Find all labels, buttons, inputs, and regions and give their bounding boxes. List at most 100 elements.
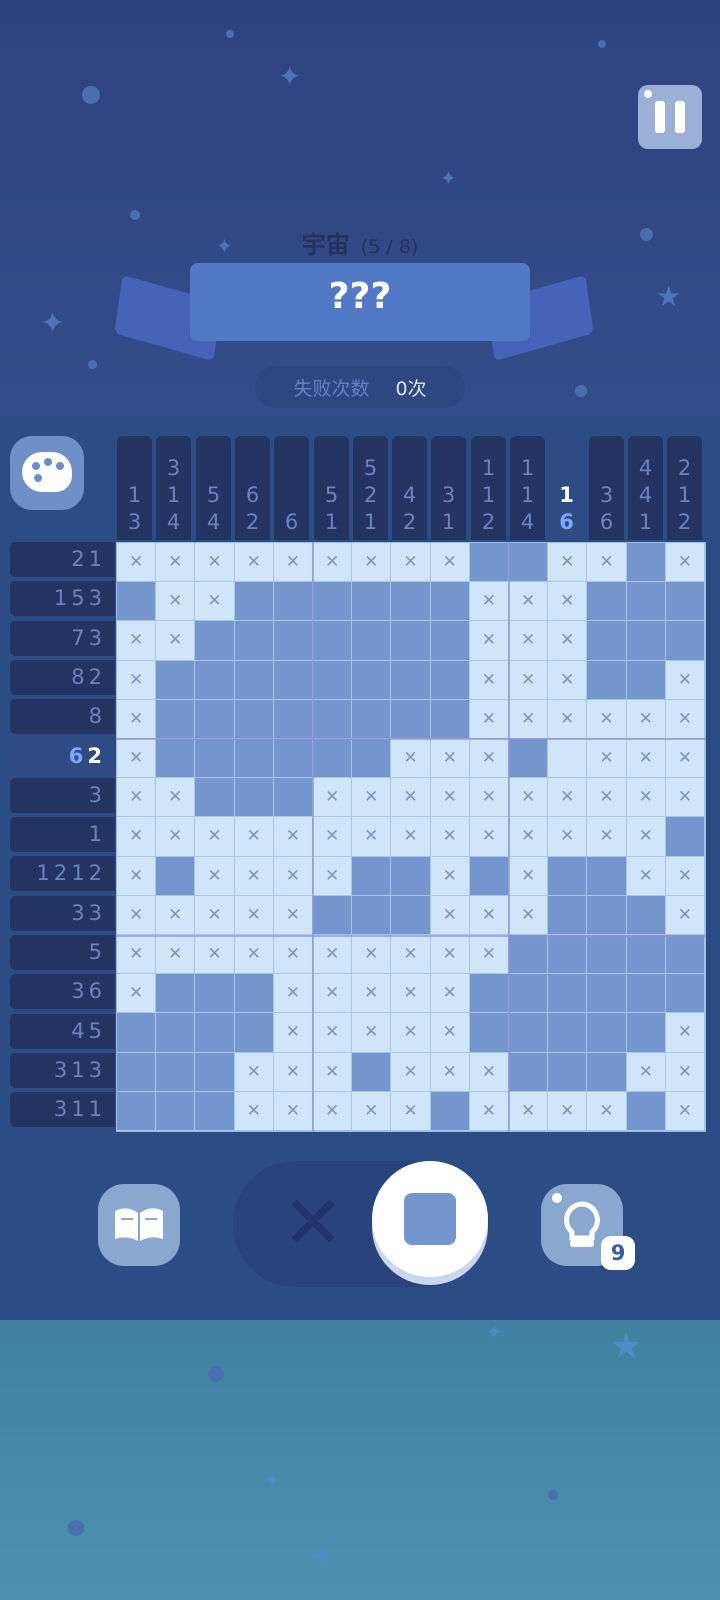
grid-cell-crossed[interactable]: ✕ xyxy=(313,974,353,1014)
grid-cell-filled[interactable] xyxy=(469,856,509,896)
grid-cell-crossed[interactable]: ✕ xyxy=(665,856,705,896)
grid-cell-filled[interactable] xyxy=(626,543,666,583)
grid-cell-crossed[interactable]: ✕ xyxy=(273,1052,313,1092)
grid-cell-filled[interactable] xyxy=(509,974,549,1014)
grid-cell-crossed[interactable]: ✕ xyxy=(156,895,196,935)
grid-cell-filled[interactable] xyxy=(195,778,235,818)
grid-cell-filled[interactable] xyxy=(313,895,353,935)
grid-cell-filled[interactable] xyxy=(195,621,235,661)
grid-cell-crossed[interactable]: ✕ xyxy=(117,856,157,896)
grid-cell-filled[interactable] xyxy=(352,856,392,896)
grid-cell-filled[interactable] xyxy=(665,935,705,975)
grid-cell-crossed[interactable]: ✕ xyxy=(430,543,470,583)
grid-cell-crossed[interactable]: ✕ xyxy=(313,856,353,896)
grid-cell-filled[interactable] xyxy=(234,699,274,739)
grid-cell-filled[interactable] xyxy=(117,1052,157,1092)
grid-cell-filled[interactable] xyxy=(509,935,549,975)
grid-cell-crossed[interactable]: ✕ xyxy=(391,1013,431,1053)
grid-cell-crossed[interactable]: ✕ xyxy=(665,699,705,739)
grid-cell-filled[interactable] xyxy=(587,935,627,975)
grid-cell-crossed[interactable]: ✕ xyxy=(156,935,196,975)
grid-cell-crossed[interactable]: ✕ xyxy=(391,739,431,779)
grid-cell-crossed[interactable]: ✕ xyxy=(665,543,705,583)
grid-cell-crossed[interactable]: ✕ xyxy=(587,817,627,857)
grid-cell-crossed[interactable]: ✕ xyxy=(509,1091,549,1131)
grid-cell-crossed[interactable]: ✕ xyxy=(313,935,353,975)
grid-cell-filled[interactable] xyxy=(313,660,353,700)
grid-cell-crossed[interactable]: ✕ xyxy=(117,543,157,583)
grid-cell-crossed[interactable]: ✕ xyxy=(509,817,549,857)
grid-cell-crossed[interactable]: ✕ xyxy=(626,817,666,857)
grid-cell-crossed[interactable]: ✕ xyxy=(548,1091,588,1131)
grid-cell-crossed[interactable]: ✕ xyxy=(626,856,666,896)
grid-cell-filled[interactable] xyxy=(626,935,666,975)
grid-cell-filled[interactable] xyxy=(352,582,392,622)
grid-cell-crossed[interactable]: ✕ xyxy=(273,543,313,583)
grid-cell-filled[interactable] xyxy=(313,621,353,661)
grid-cell-filled[interactable] xyxy=(156,660,196,700)
grid-cell-filled[interactable] xyxy=(156,856,196,896)
grid-cell-crossed[interactable]: ✕ xyxy=(391,778,431,818)
grid-cell-filled[interactable] xyxy=(313,739,353,779)
grid-cell-filled[interactable] xyxy=(352,621,392,661)
grid-cell-crossed[interactable]: ✕ xyxy=(548,817,588,857)
grid-cell-crossed[interactable]: ✕ xyxy=(665,1052,705,1092)
grid-cell-filled[interactable] xyxy=(195,974,235,1014)
grid-cell-crossed[interactable]: ✕ xyxy=(587,778,627,818)
grid-cell-filled[interactable] xyxy=(548,1013,588,1053)
grid-cell-crossed[interactable]: ✕ xyxy=(117,699,157,739)
grid-cell-crossed[interactable]: ✕ xyxy=(352,543,392,583)
grid-cell-filled[interactable] xyxy=(313,582,353,622)
grid-cell-filled[interactable] xyxy=(156,1013,196,1053)
grid-cell-crossed[interactable]: ✕ xyxy=(626,699,666,739)
grid-cell-filled[interactable] xyxy=(626,621,666,661)
grid-cell-crossed[interactable]: ✕ xyxy=(587,699,627,739)
grid-cell-crossed[interactable]: ✕ xyxy=(234,817,274,857)
grid-cell-crossed[interactable]: ✕ xyxy=(234,1052,274,1092)
grid-cell-filled[interactable] xyxy=(626,660,666,700)
grid-cell-filled[interactable] xyxy=(626,1013,666,1053)
grid-cell-crossed[interactable]: ✕ xyxy=(117,660,157,700)
grid-cell-crossed[interactable]: ✕ xyxy=(509,621,549,661)
grid-cell-crossed[interactable]: ✕ xyxy=(626,1052,666,1092)
grid-cell-filled[interactable] xyxy=(117,1013,157,1053)
grid-cell-crossed[interactable]: ✕ xyxy=(313,1013,353,1053)
grid-cell-crossed[interactable]: ✕ xyxy=(665,1091,705,1131)
grid-cell-crossed[interactable]: ✕ xyxy=(548,778,588,818)
grid-cell-filled[interactable] xyxy=(587,621,627,661)
grid-cell-crossed[interactable]: ✕ xyxy=(195,543,235,583)
grid-cell-crossed[interactable]: ✕ xyxy=(117,895,157,935)
grid-cell-crossed[interactable]: ✕ xyxy=(665,1013,705,1053)
grid-cell-filled[interactable] xyxy=(509,1013,549,1053)
grid-cell-crossed[interactable]: ✕ xyxy=(273,935,313,975)
grid-cell-filled[interactable] xyxy=(156,974,196,1014)
grid-cell-crossed[interactable]: ✕ xyxy=(469,699,509,739)
grid-cell-crossed[interactable]: ✕ xyxy=(626,739,666,779)
grid-cell-crossed[interactable]: ✕ xyxy=(273,974,313,1014)
grid-cell-crossed[interactable]: ✕ xyxy=(430,1013,470,1053)
grid-cell-crossed[interactable]: ✕ xyxy=(587,543,627,583)
mode-toggle[interactable]: ✕ xyxy=(233,1161,489,1287)
grid-cell-crossed[interactable]: ✕ xyxy=(391,935,431,975)
grid-cell-crossed[interactable]: ✕ xyxy=(548,660,588,700)
grid-cell-filled[interactable] xyxy=(234,739,274,779)
grid-cell-crossed[interactable]: ✕ xyxy=(156,543,196,583)
grid-cell-crossed[interactable]: ✕ xyxy=(469,621,509,661)
grid-cell-crossed[interactable]: ✕ xyxy=(117,621,157,661)
grid-cell-crossed[interactable]: ✕ xyxy=(313,817,353,857)
fill-mode-knob[interactable] xyxy=(372,1161,488,1277)
grid-cell-crossed[interactable]: ✕ xyxy=(234,1091,274,1131)
guide-button[interactable] xyxy=(98,1184,180,1266)
grid-cell-crossed[interactable]: ✕ xyxy=(156,621,196,661)
grid-cell-filled[interactable] xyxy=(430,582,470,622)
grid-cell-crossed[interactable]: ✕ xyxy=(430,935,470,975)
grid-cell-crossed[interactable]: ✕ xyxy=(469,817,509,857)
grid-cell-filled[interactable] xyxy=(352,739,392,779)
grid-cell-filled[interactable] xyxy=(352,1052,392,1092)
grid-cell-filled[interactable] xyxy=(665,621,705,661)
grid-cell-crossed[interactable]: ✕ xyxy=(195,856,235,896)
grid-cell-filled[interactable] xyxy=(587,660,627,700)
grid-cell-filled[interactable] xyxy=(430,621,470,661)
grid-cell-crossed[interactable]: ✕ xyxy=(430,974,470,1014)
grid-cell-crossed[interactable]: ✕ xyxy=(391,974,431,1014)
